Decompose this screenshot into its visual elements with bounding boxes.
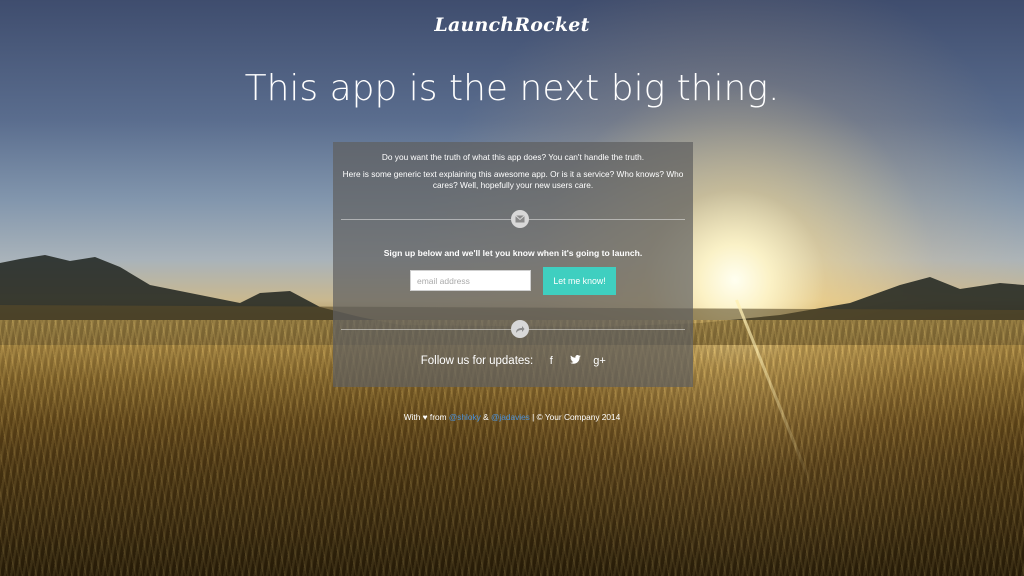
divider-top (341, 210, 685, 228)
google-plus-icon[interactable]: g+ (593, 355, 606, 367)
envelope-icon (511, 210, 529, 228)
intro-text: Do you want the truth of what this app d… (339, 152, 687, 197)
footer-with: With (403, 412, 421, 422)
heart-icon: ♥ (422, 412, 428, 422)
social-follow: Follow us for updates: f g+ (333, 355, 693, 367)
footer: With ♥ from @shloky & @jadavies | © Your… (0, 412, 1024, 422)
author-link-2[interactable]: @jadavies (491, 412, 530, 422)
intro-line-2: Here is some generic text explaining thi… (342, 168, 684, 191)
follow-label: Follow us for updates: (420, 355, 534, 367)
signup-prompt: Sign up below and we'll let you know whe… (383, 248, 643, 258)
share-icon (511, 320, 529, 338)
footer-and: & (483, 412, 489, 422)
footer-copyright: | © Your Company 2014 (532, 412, 621, 422)
email-field[interactable] (410, 270, 531, 291)
signup-panel: Do you want the truth of what this app d… (333, 142, 693, 387)
let-me-know-button[interactable]: Let me know! (543, 267, 616, 295)
twitter-icon[interactable] (569, 355, 581, 367)
brand-logo[interactable]: LaunchRocket (0, 14, 1024, 36)
facebook-icon[interactable]: f (545, 355, 557, 367)
intro-line-1: Do you want the truth of what this app d… (381, 152, 645, 162)
footer-from: from (429, 412, 447, 422)
page-headline: This app is the next big thing. (244, 68, 780, 109)
author-link-1[interactable]: @shloky (449, 412, 481, 422)
divider-bottom (341, 320, 685, 338)
